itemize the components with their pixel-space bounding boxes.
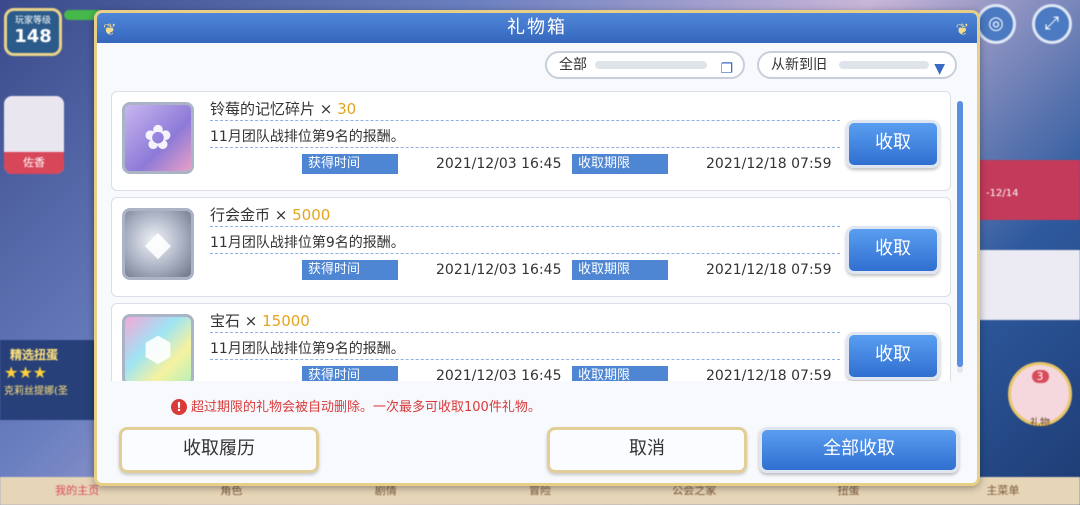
- expand-icon[interactable]: ⤢: [1032, 4, 1072, 44]
- gift-title: 铃莓的记忆碎片 × 30: [210, 98, 356, 119]
- divider: [210, 226, 840, 227]
- gift-row: ⬢ 宝石 × 15000 11月团队战排位第9名的报酬。 获得时间 2021/1…: [111, 303, 951, 381]
- gift-count-badge: 3: [1031, 370, 1049, 383]
- gift-box-label: 礼物: [1030, 418, 1050, 429]
- claim-all-button[interactable]: 全部收取: [759, 427, 959, 473]
- event-banner[interactable]: -12/14: [976, 160, 1080, 220]
- gacha-title: 精选扭蛋: [10, 348, 59, 362]
- sort-placeholder-bar: [839, 61, 929, 69]
- chevron-down-icon: ▼: [934, 61, 945, 77]
- right-panel: [976, 250, 1080, 320]
- gift-name: 宝石 ×: [210, 312, 263, 330]
- deadline-time: 2021/12/18 07:59: [706, 368, 832, 381]
- memory-piece-icon: ✿: [122, 102, 194, 174]
- deadline-label: 收取期限: [572, 260, 668, 280]
- divider: [210, 359, 840, 360]
- jewel-icon: ⬢: [122, 314, 194, 381]
- claim-history-button[interactable]: 收取履历: [119, 427, 319, 473]
- left-character-name: 佐香: [4, 152, 64, 174]
- gift-row: ✿ 铃莓的记忆碎片 × 30 11月团队战排位第9名的报酬。 获得时间 2021…: [111, 91, 951, 191]
- player-level-badge: 玩家等级 148: [4, 8, 62, 56]
- filter-placeholder-bar: [595, 61, 707, 69]
- filter-icon: ❐: [720, 61, 733, 77]
- event-banner-date: -12/14: [986, 188, 1019, 199]
- obtained-time: 2021/12/03 16:45: [436, 262, 562, 278]
- gacha-banner[interactable]: 精选扭蛋 ★★★ 克莉丝提娜(圣: [0, 340, 100, 420]
- dialog-header: ❦ 礼物箱 ❦: [97, 13, 977, 43]
- cancel-button[interactable]: 取消: [547, 427, 747, 473]
- divider: [210, 147, 840, 148]
- gift-box-button[interactable]: 3 礼物: [1008, 362, 1072, 429]
- obtained-label: 获得时间: [302, 154, 398, 174]
- gift-description: 11月团队战排位第9名的报酬。: [210, 235, 405, 251]
- claim-button[interactable]: 收取: [846, 226, 940, 274]
- gift-row: ◆ 行会金币 × 5000 11月团队战排位第9名的报酬。 获得时间 2021/…: [111, 197, 951, 297]
- gift-description: 11月团队战排位第9名的报酬。: [210, 341, 405, 357]
- claim-button[interactable]: 收取: [846, 332, 940, 380]
- scrollbar-thumb[interactable]: [957, 101, 963, 367]
- divider: [210, 253, 840, 254]
- corner-ornament-icon: ❦: [103, 20, 119, 39]
- gift-quantity: 15000: [262, 312, 310, 330]
- obtained-time: 2021/12/03 16:45: [436, 368, 562, 381]
- obtained-label: 获得时间: [302, 366, 398, 381]
- left-character-card[interactable]: 佐香: [4, 96, 64, 174]
- gift-quantity: 30: [337, 100, 357, 118]
- gift-list: ✿ 铃莓的记忆碎片 × 30 11月团队战排位第9名的报酬。 获得时间 2021…: [111, 91, 951, 381]
- type-filter-dropdown[interactable]: 全部 ❐: [545, 51, 745, 79]
- scrollbar[interactable]: [957, 101, 963, 373]
- type-filter-value: 全部: [559, 57, 587, 73]
- gift-box-dialog: ❦ 礼物箱 ❦ 全部 ❐ 从新到旧 ▼ ✿ 铃莓的记忆碎片 × 30 11月团队…: [94, 10, 980, 486]
- deadline-label: 收取期限: [572, 154, 668, 174]
- player-level-label: 玩家等级: [14, 16, 51, 26]
- deadline-label: 收取期限: [572, 366, 668, 381]
- divider: [210, 120, 840, 121]
- warning-text: 超过期限的礼物会被自动删除。一次最多可收取100件礼物。: [191, 400, 541, 415]
- gift-title: 行会金币 × 5000: [210, 204, 330, 225]
- corner-ornament-icon: ❦: [955, 20, 971, 39]
- gacha-subtitle: 克莉丝提娜(圣: [4, 386, 68, 397]
- gift-quantity: 5000: [292, 206, 331, 224]
- divider: [210, 332, 840, 333]
- guild-coin-icon: ◆: [122, 208, 194, 280]
- gacha-stars: ★★★: [4, 363, 48, 382]
- gift-name: 铃莓的记忆碎片 ×: [210, 100, 338, 118]
- menu-circle-icon[interactable]: ◎: [976, 4, 1016, 44]
- player-level-value: 148: [14, 26, 52, 47]
- deadline-time: 2021/12/18 07:59: [706, 262, 832, 278]
- claim-button[interactable]: 收取: [846, 120, 940, 168]
- sort-order-dropdown[interactable]: 从新到旧 ▼: [757, 51, 957, 79]
- dialog-title: 礼物箱: [507, 17, 567, 38]
- obtained-time: 2021/12/03 16:45: [436, 156, 562, 172]
- expiry-warning: ! 超过期限的礼物会被自动删除。一次最多可收取100件礼物。: [171, 396, 541, 415]
- gift-title: 宝石 × 15000: [210, 310, 310, 331]
- obtained-label: 获得时间: [302, 260, 398, 280]
- alert-icon: !: [171, 399, 187, 415]
- deadline-time: 2021/12/18 07:59: [706, 156, 832, 172]
- sort-order-value: 从新到旧: [771, 57, 827, 73]
- gift-name: 行会金币 ×: [210, 206, 293, 224]
- gift-description: 11月团队战排位第9名的报酬。: [210, 129, 405, 145]
